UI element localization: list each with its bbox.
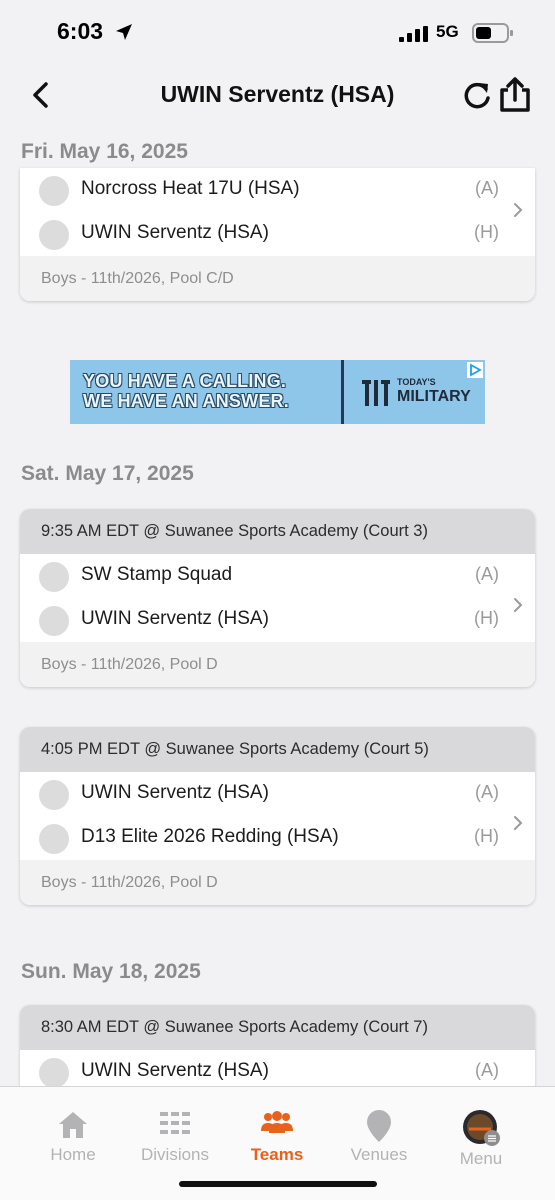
map-pin-icon xyxy=(329,1109,429,1143)
cellular-signal-icon xyxy=(399,26,429,47)
network-label: 5G xyxy=(436,22,459,41)
tab-venues[interactable]: Venues xyxy=(329,1109,429,1165)
ad-brand-small: TODAY'S xyxy=(397,377,436,387)
schedule-list[interactable]: Fri. May 16, 2025 Norcross Heat 17U (HSA… xyxy=(0,128,555,1086)
team-side: (A) xyxy=(475,564,499,584)
back-button[interactable] xyxy=(28,80,54,110)
chevron-right-icon xyxy=(513,202,523,223)
tab-divisions[interactable]: Divisions xyxy=(125,1109,225,1165)
team-row: D13 Elite 2026 Redding (HSA) (H) xyxy=(20,816,535,860)
day-header: Sat. May 17, 2025 xyxy=(21,462,194,485)
team-logo-placeholder xyxy=(39,780,69,810)
game-division: Boys - 11th/2026, Pool D xyxy=(20,642,535,687)
chevron-right-icon xyxy=(513,597,523,618)
team-logo-placeholder xyxy=(39,562,69,592)
team-name: UWIN Serventz (HSA) xyxy=(81,608,269,629)
share-button[interactable] xyxy=(498,77,532,118)
day-header: Sun. May 18, 2025 xyxy=(21,960,201,983)
day-header: Fri. May 16, 2025 xyxy=(21,140,188,163)
team-logo-placeholder xyxy=(39,1058,69,1086)
team-logo-placeholder xyxy=(39,606,69,636)
ad-brand-big: MILITARY xyxy=(397,388,471,405)
team-side: (A) xyxy=(475,1060,499,1080)
home-indicator xyxy=(179,1181,377,1187)
team-logo-placeholder xyxy=(39,824,69,854)
game-card[interactable]: 8:30 AM EDT @ Suwanee Sports Academy (Co… xyxy=(20,1005,535,1086)
tab-home[interactable]: Home xyxy=(23,1109,123,1165)
tab-label: Home xyxy=(50,1145,96,1164)
team-side: (H) xyxy=(474,222,499,242)
team-row: SW Stamp Squad (A) xyxy=(20,554,535,598)
game-card[interactable]: 4:05 PM EDT @ Suwanee Sports Academy (Co… xyxy=(20,727,535,905)
chevron-right-icon xyxy=(513,815,523,836)
team-row: Norcross Heat 17U (HSA) (A) xyxy=(20,168,535,212)
ad-divider xyxy=(341,360,344,424)
ad-line-1: YOU HAVE A CALLING. xyxy=(83,371,287,391)
game-time-venue: 4:05 PM EDT @ Suwanee Sports Academy (Co… xyxy=(20,727,535,772)
battery-icon xyxy=(472,22,514,49)
list-icon xyxy=(125,1109,225,1143)
team-row: UWIN Serventz (HSA) (A) xyxy=(20,772,535,816)
game-time-venue: 8:30 AM EDT @ Suwanee Sports Academy (Co… xyxy=(20,1005,535,1050)
team-row: UWIN Serventz (HSA) (H) xyxy=(20,598,535,642)
tab-label: Teams xyxy=(250,1145,304,1164)
team-side: (H) xyxy=(474,826,499,846)
team-name: UWIN Serventz (HSA) xyxy=(81,222,269,243)
todays-military-logo-icon xyxy=(360,376,392,413)
team-logo-placeholder xyxy=(39,176,69,206)
tab-label: Venues xyxy=(350,1145,408,1164)
team-row: UWIN Serventz (HSA) (A) xyxy=(20,1050,535,1086)
game-card[interactable]: 9:35 AM EDT @ Suwanee Sports Academy (Co… xyxy=(20,509,535,687)
advertisement-banner[interactable]: YOU HAVE A CALLING. WE HAVE AN ANSWER. T… xyxy=(70,360,485,424)
tab-label: Menu xyxy=(459,1149,503,1168)
navigation-bar: UWIN Serventz (HSA) xyxy=(0,62,555,128)
team-logo-placeholder xyxy=(39,220,69,250)
team-side: (H) xyxy=(474,608,499,628)
team-side: (A) xyxy=(475,178,499,198)
tab-teams[interactable]: Teams xyxy=(227,1109,327,1165)
team-side: (A) xyxy=(475,782,499,802)
team-name: UWIN Serventz (HSA) xyxy=(81,1060,269,1081)
team-name: UWIN Serventz (HSA) xyxy=(81,782,269,803)
ad-line-2: WE HAVE AN ANSWER. xyxy=(83,391,289,411)
home-icon xyxy=(23,1109,123,1143)
team-name: Norcross Heat 17U (HSA) xyxy=(81,178,300,199)
tab-label: Divisions xyxy=(140,1145,210,1164)
page-title: UWIN Serventz (HSA) xyxy=(160,81,395,107)
people-icon xyxy=(227,1109,327,1143)
ad-headline: YOU HAVE A CALLING. WE HAVE AN ANSWER. xyxy=(83,371,289,411)
game-card[interactable]: Norcross Heat 17U (HSA) (A) UWIN Servent… xyxy=(20,168,535,301)
game-division: Boys - 11th/2026, Pool D xyxy=(20,860,535,905)
game-division: Boys - 11th/2026, Pool C/D xyxy=(20,256,535,301)
location-arrow-icon xyxy=(114,22,134,47)
menu-avatar-icon xyxy=(431,1109,531,1147)
status-bar: 6:03 5G xyxy=(0,0,555,62)
team-row: UWIN Serventz (HSA) (H) xyxy=(20,212,535,256)
ad-choices-icon[interactable] xyxy=(467,362,483,383)
team-name: D13 Elite 2026 Redding (HSA) xyxy=(81,826,339,847)
status-time: 6:03 xyxy=(57,18,104,44)
refresh-button[interactable] xyxy=(462,79,492,116)
tab-menu[interactable]: Menu xyxy=(431,1109,531,1169)
team-name: SW Stamp Squad xyxy=(81,564,233,585)
game-time-venue: 9:35 AM EDT @ Suwanee Sports Academy (Co… xyxy=(20,509,535,554)
